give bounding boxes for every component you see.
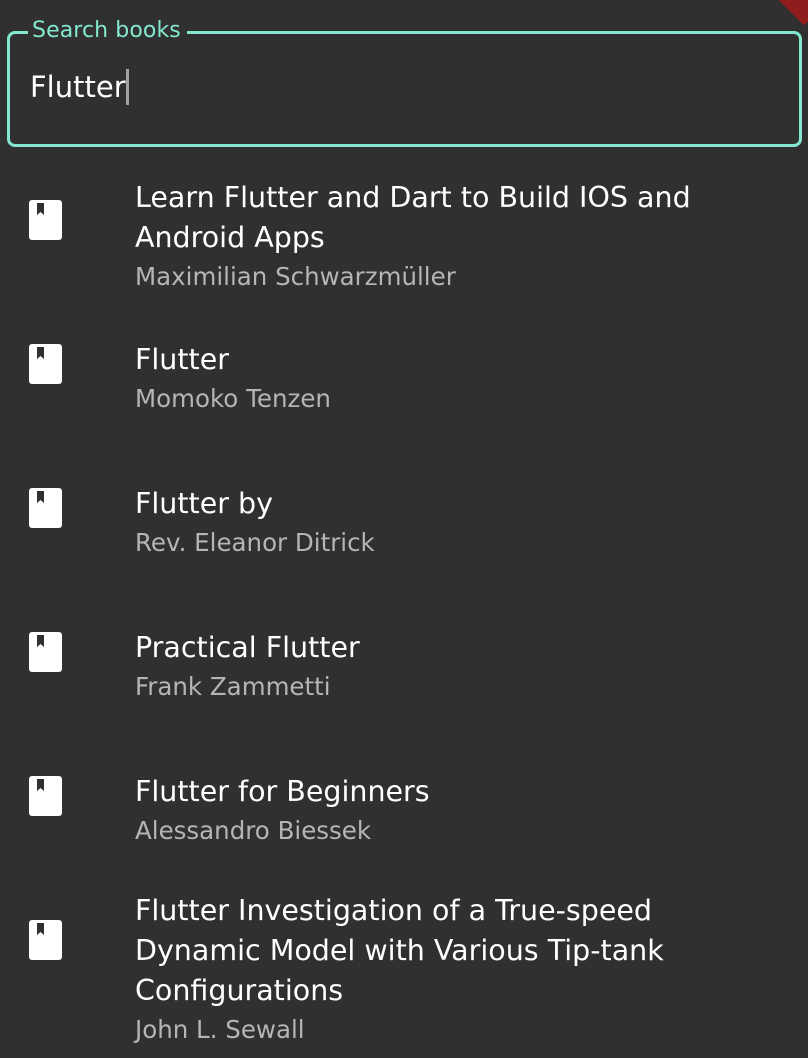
book-icon (29, 200, 62, 240)
result-title: Flutter Investigation of a True-speed Dy… (135, 894, 664, 1007)
result-title: Flutter (135, 343, 229, 376)
result-text: Flutter Momoko Tenzen (135, 340, 785, 418)
result-author: Rev. Eleanor Ditrick (135, 528, 375, 557)
result-text: Flutter for Beginners Alessandro Biessek (135, 772, 785, 850)
result-text: Flutter by Rev. Eleanor Ditrick (135, 484, 785, 562)
result-title: Flutter for Beginners (135, 775, 430, 808)
result-author: Alessandro Biessek (135, 816, 372, 845)
book-icon (29, 632, 62, 672)
result-author: Momoko Tenzen (135, 384, 331, 413)
result-title: Practical Flutter (135, 631, 360, 664)
book-icon (29, 920, 62, 960)
book-icon (29, 344, 62, 384)
book-icon (29, 776, 62, 816)
result-title: Learn Flutter and Dart to Build IOS and … (135, 181, 691, 254)
result-title: Flutter by (135, 487, 273, 520)
result-text: Learn Flutter and Dart to Build IOS and … (135, 178, 785, 296)
book-icon (29, 488, 62, 528)
results-list: Learn Flutter and Dart to Build IOS and … (0, 0, 808, 1058)
result-author: Frank Zammetti (135, 672, 331, 701)
result-text: Practical Flutter Frank Zammetti (135, 628, 785, 706)
result-author: Maximilian Schwarzmüller (135, 262, 456, 291)
result-author: John L. Sewall (135, 1015, 305, 1044)
result-text: Flutter Investigation of a True-speed Dy… (135, 891, 785, 1049)
